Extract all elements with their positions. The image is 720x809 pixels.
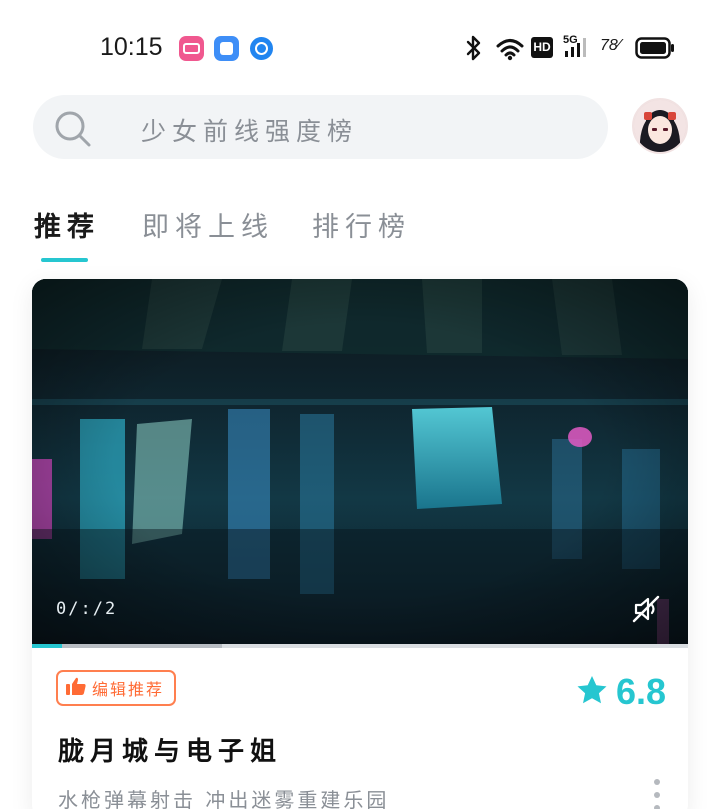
hd-icon: HD <box>531 37 553 58</box>
signal-5g-icon: 5G <box>563 33 595 63</box>
rating: 6.8 <box>576 671 666 713</box>
app-box-icon <box>214 36 239 61</box>
video-progress-bar[interactable] <box>32 644 688 648</box>
badge-label: 编辑推荐 <box>92 680 165 699</box>
avatar[interactable] <box>632 98 688 154</box>
game-title[interactable]: 胧月城与电子姐 <box>58 731 282 768</box>
tab-indicator <box>41 258 88 262</box>
rating-value: 6.8 <box>615 671 666 712</box>
more-options-icon[interactable] <box>654 779 662 809</box>
bluetooth-icon <box>464 33 484 63</box>
status-time: 10:15 <box>100 33 163 61</box>
search-icon <box>53 109 93 153</box>
tab-recommended[interactable]: 推荐 <box>34 205 100 244</box>
search-input[interactable]: 少女前线强度榜 <box>33 95 608 159</box>
tab-ranking[interactable]: 排行榜 <box>312 205 411 244</box>
video-time: 0/:/2 <box>56 599 118 619</box>
status-bar: 10:15 HD 5G 78⁄ <box>0 0 720 95</box>
battery-icon <box>635 37 675 67</box>
thumbs-up-icon <box>66 677 86 699</box>
star-icon <box>576 675 608 709</box>
video-frame <box>32 279 688 644</box>
blue-dot-icon <box>250 37 273 60</box>
search-placeholder: 少女前线强度榜 <box>141 117 359 146</box>
bilibili-icon <box>179 36 204 61</box>
tab-upcoming[interactable]: 即将上线 <box>142 205 274 244</box>
game-card[interactable]: 0/:/2 编辑推荐 6.8 胧月城与电子姐 水枪弹幕射击 冲出迷雾重建乐园 <box>32 279 688 809</box>
video-player[interactable]: 0/:/2 <box>32 279 688 644</box>
battery-percent: 78⁄ <box>600 37 621 54</box>
wifi-icon <box>496 33 524 63</box>
editor-pick-badge: 编辑推荐 <box>56 670 177 706</box>
svg-text:5G: 5G <box>563 34 578 46</box>
game-description: 水枪弹幕射击 冲出迷雾重建乐园 <box>58 788 390 809</box>
progress-played <box>32 644 62 648</box>
